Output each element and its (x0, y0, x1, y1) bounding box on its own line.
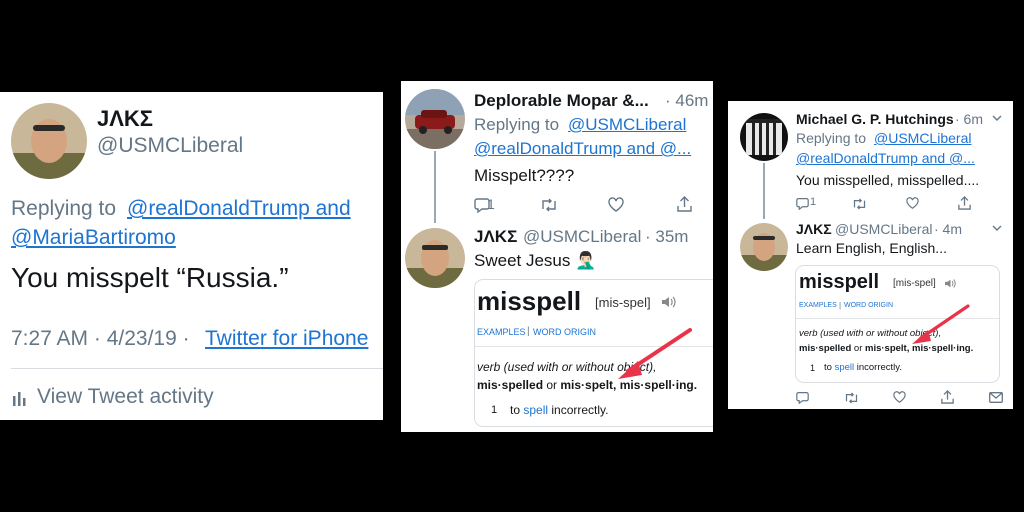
tweet-text: You misspelled, misspelled.... (796, 172, 980, 188)
tweet-timestamp: 7:27 AM · 4/23/19 · (11, 327, 190, 350)
dict-form-connector: or (851, 343, 866, 354)
red-arrow-annotation (618, 328, 692, 379)
dict-pronunciation: [mis-spel] (595, 295, 651, 310)
display-name[interactable]: JΛKΣ (474, 227, 517, 247)
reply-count: 1 (810, 196, 817, 208)
thread-line (763, 163, 765, 219)
view-activity-link[interactable]: View Tweet activity (37, 385, 214, 409)
red-arrow-annotation (912, 304, 970, 344)
tweet-time: · 6m (955, 111, 983, 127)
dict-examples-link[interactable]: EXAMPLES (477, 327, 526, 337)
tweet-text: Misspelt???? (474, 166, 575, 185)
reply-count: 1 (487, 196, 495, 212)
speaker-icon[interactable] (661, 295, 677, 309)
reply-mention-link[interactable]: @realDonaldTrump and @... (474, 139, 691, 159)
avatar[interactable] (11, 103, 87, 179)
display-name[interactable]: JΛKΣ (97, 106, 153, 132)
display-name[interactable]: Deplorable Mopar &... (474, 91, 649, 111)
like-icon[interactable] (906, 197, 919, 209)
analytics-icon (13, 390, 27, 406)
share-icon[interactable] (677, 196, 692, 212)
divider (11, 368, 383, 369)
dict-origin-link[interactable]: WORD ORIGIN (533, 327, 596, 337)
reply-icon[interactable] (796, 197, 809, 210)
avatar[interactable] (405, 228, 465, 288)
reply-mention-link[interactable]: @MariaBartiromo (11, 226, 176, 250)
dict-def-text: incorrectly. (548, 403, 609, 417)
reply-mention-link[interactable]: @USMCLiberal (568, 115, 686, 135)
avatar[interactable] (740, 223, 788, 271)
dict-definition-number: 1 (491, 404, 498, 416)
share-icon[interactable] (941, 390, 954, 404)
dict-def-link[interactable]: spell (523, 403, 548, 417)
dict-word: misspell (799, 271, 880, 293)
dictionary-screenshot: misspell [mis-spel] EXAMPLES | WORD ORIG… (474, 279, 713, 427)
tweet-time: · 35m (645, 227, 689, 246)
dict-definition: to spell incorrectly. (510, 403, 609, 417)
dict-def-text: to (510, 403, 524, 417)
thread-line (434, 151, 436, 223)
display-name[interactable]: Michael G. P. Hutchings (796, 111, 954, 127)
handle[interactable]: @USMCLiberal (835, 221, 932, 237)
reply-icon[interactable] (796, 391, 809, 404)
dict-form: mis·spelled (477, 378, 544, 392)
tweet-time: · 4m (934, 221, 962, 237)
like-icon[interactable] (893, 391, 906, 403)
avatar-jail[interactable] (740, 113, 788, 161)
tweet-panel-3: Michael G. P. Hutchings · 6m Replying to… (728, 101, 1013, 409)
speaker-icon[interactable] (944, 278, 957, 289)
dict-examples-link[interactable]: EXAMPLES (799, 302, 837, 309)
retweet-icon[interactable] (540, 198, 558, 212)
reply-mention-link[interactable]: @realDonaldTrump and @... (796, 150, 975, 166)
share-icon[interactable] (958, 196, 971, 210)
dict-separator: | (839, 301, 842, 310)
dict-definition: to spell incorrectly. (824, 362, 902, 373)
retweet-icon[interactable] (852, 198, 867, 210)
replying-to-label: Replying to (796, 130, 867, 146)
dict-def-text: incorrectly. (854, 362, 902, 373)
dict-def-link[interactable]: spell (835, 362, 855, 373)
dict-form: mis·spelled (799, 343, 852, 354)
tweet-source-link[interactable]: Twitter for iPhone (205, 327, 368, 351)
handle[interactable]: @USMCLiberal (523, 227, 641, 247)
display-name[interactable]: JΛKΣ (796, 221, 832, 237)
avatar-car[interactable] (405, 89, 465, 149)
tweet-text: Learn English, English... (796, 240, 947, 256)
replying-to-label: Replying to (11, 197, 117, 220)
dict-word: misspell (477, 286, 582, 316)
dict-separator: | (527, 326, 530, 337)
dict-def-text: to (824, 362, 835, 373)
tweet-time: · 46m (665, 91, 709, 110)
reply-mention-link[interactable]: @realDonaldTrump and (127, 197, 351, 221)
dict-pronunciation: [mis-spel] (893, 278, 936, 289)
dict-form-connector: or (543, 378, 561, 392)
chevron-down-icon[interactable] (992, 115, 1002, 122)
like-icon[interactable] (608, 197, 624, 212)
tweet-text: Sweet Jesus 🤦🏻‍♂️ (474, 251, 597, 270)
tweet-panel-1: JΛKΣ @USMCLiberal Replying to @realDonal… (0, 92, 383, 420)
replying-to-label: Replying to (474, 115, 560, 134)
reply-mention-link[interactable]: @USMCLiberal (874, 130, 971, 146)
tweet-text: You misspelt “Russia.” (11, 262, 289, 293)
dict-origin-link[interactable]: WORD ORIGIN (844, 302, 893, 309)
dictionary-screenshot: misspell [mis-spel] EXAMPLES | WORD ORIG… (795, 265, 1000, 383)
chevron-down-icon[interactable] (992, 225, 1002, 232)
tweet-panel-2: Deplorable Mopar &... · 46m Replying to … (401, 81, 713, 432)
mail-icon[interactable] (989, 392, 1003, 403)
handle[interactable]: @USMCLiberal (97, 134, 243, 158)
dict-definition-number: 1 (810, 363, 816, 373)
retweet-icon[interactable] (844, 392, 859, 404)
